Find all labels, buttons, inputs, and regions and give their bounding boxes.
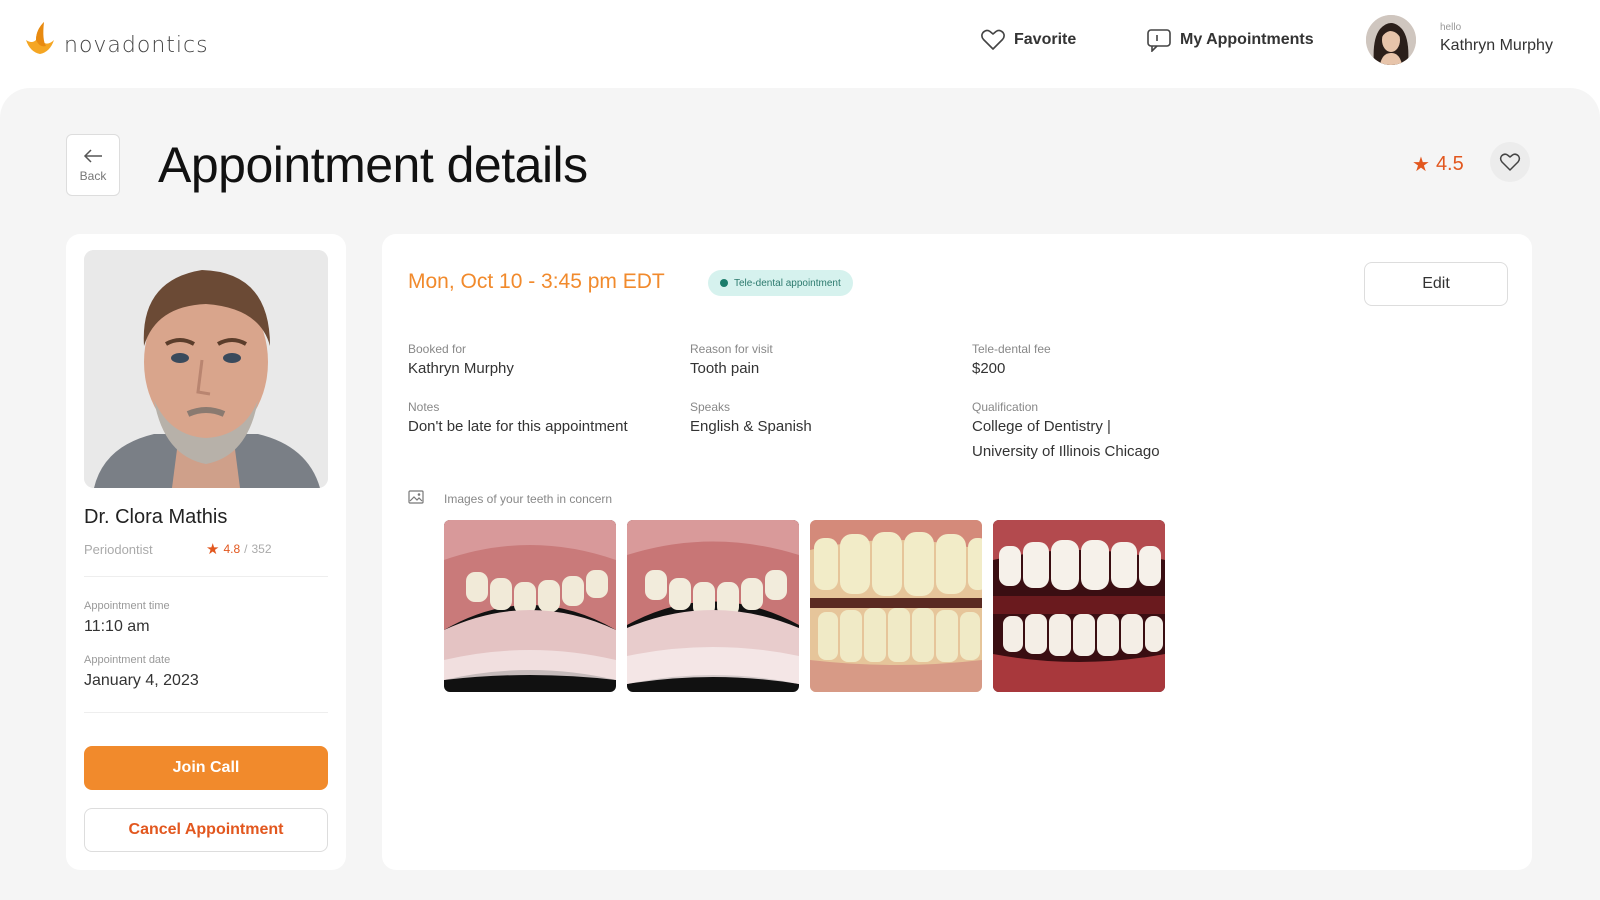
user-avatar[interactable] (1366, 15, 1416, 65)
notes-label: Notes (408, 400, 440, 414)
qualification-label: Qualification (972, 400, 1039, 414)
qualification-value-line-2: University of Illinois Chicago (972, 443, 1160, 460)
user-avatar-image (1366, 15, 1416, 65)
arrow-left-icon (83, 149, 102, 163)
rating-separator: / (244, 542, 248, 556)
teeth-photo-1 (444, 520, 616, 692)
main-content: Back Appointment details ★ 4.5 Dr. Clora… (0, 88, 1600, 900)
user-greeting: hello (1440, 22, 1462, 33)
appointment-details-panel: Mon, Oct 10 - 3:45 pm EDT Tele-dental ap… (382, 234, 1532, 870)
doctor-review-count: 352 (251, 542, 272, 556)
teeth-images-label: Images of your teeth in concern (444, 492, 613, 506)
doctor-portrait-image (84, 250, 328, 488)
appointment-time-value: 11:10 am (84, 618, 150, 635)
doctor-photo (84, 250, 328, 488)
rating-value: 4.5 (1435, 153, 1464, 175)
user-name: Kathryn Murphy (1440, 37, 1553, 54)
teeth-image-4[interactable] (993, 520, 1165, 692)
doctor-name: Dr. Clora Mathis (84, 506, 228, 528)
tele-dental-badge-label: Tele-dental appointment (734, 277, 841, 289)
nav-favorite-link[interactable]: Favorite (980, 28, 1076, 52)
teeth-image-1[interactable] (444, 520, 616, 692)
join-call-button[interactable]: Join Call (84, 746, 328, 790)
speaks-label: Speaks (690, 400, 731, 414)
teeth-image-gallery (444, 520, 1165, 692)
speaks-value: English & Spanish (690, 418, 812, 435)
appointment-date-label: Appointment date (84, 654, 171, 666)
nav-my-appointments-link[interactable]: My Appointments (1146, 28, 1314, 52)
doctor-specialty: Periodontist (84, 542, 153, 557)
divider (84, 712, 328, 713)
reason-for-visit-label: Reason for visit (690, 342, 773, 356)
heart-icon (1499, 153, 1521, 171)
edit-appointment-button[interactable]: Edit (1364, 262, 1508, 306)
chat-bubble-icon (1147, 29, 1171, 52)
booked-for-value: Kathryn Murphy (408, 360, 514, 377)
tele-dental-badge: Tele-dental appointment (708, 270, 853, 296)
doctor-rating: ★ 4.8 / 352 (206, 540, 272, 558)
nav-my-appointments-label: My Appointments (1180, 31, 1314, 48)
image-icon (408, 490, 424, 504)
qualification-value-line-1: College of Dentistry | (972, 418, 1111, 435)
back-button[interactable]: Back (66, 134, 120, 196)
appointment-datetime: Mon, Oct 10 - 3:45 pm EDT (408, 270, 665, 293)
crown-logo-icon (26, 22, 54, 54)
booked-for-label: Booked for (408, 342, 467, 356)
heart-icon (981, 29, 1005, 50)
appointment-date-value: January 4, 2023 (84, 672, 199, 689)
teeth-photo-4 (993, 520, 1165, 692)
back-label: Back (79, 169, 107, 183)
brand-name: novadontics (64, 32, 209, 58)
tele-dental-fee-value: $200 (972, 360, 1006, 377)
teeth-photo-2 (627, 520, 799, 692)
cancel-appointment-button[interactable]: Cancel Appointment (84, 808, 328, 852)
doctor-card: Dr. Clora Mathis Periodontist ★ 4.8 / 35… (66, 234, 346, 870)
teeth-photo-3 (810, 520, 982, 692)
top-navigation: novadontics Favorite My Appointments hel… (0, 0, 1600, 88)
tele-dental-fee-label: Tele-dental fee (972, 342, 1051, 356)
teeth-image-3[interactable] (810, 520, 982, 692)
page-title: Appointment details (158, 137, 588, 193)
notes-value: Don't be late for this appointment (408, 418, 628, 435)
status-dot-icon (720, 279, 728, 287)
reason-for-visit-value: Tooth pain (690, 360, 760, 377)
nav-favorite-label: Favorite (1014, 31, 1077, 48)
doctor-rating-value: 4.8 (223, 542, 241, 556)
star-icon: ★ (206, 541, 220, 558)
divider (84, 576, 328, 577)
star-icon: ★ (1412, 154, 1430, 176)
teeth-image-2[interactable] (627, 520, 799, 692)
favorite-toggle-button[interactable] (1490, 142, 1530, 182)
doctor-rating-summary: ★ 4.5 (1412, 152, 1464, 177)
user-info[interactable]: hello Kathryn Murphy (1440, 22, 1553, 55)
brand-logo[interactable]: novadontics (22, 18, 209, 58)
appointment-time-label: Appointment time (84, 600, 170, 612)
